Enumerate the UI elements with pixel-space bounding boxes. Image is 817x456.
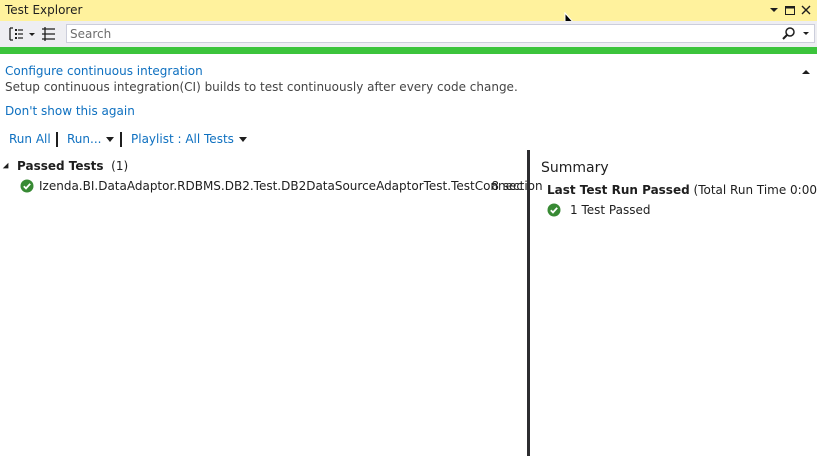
expand-arrow-icon[interactable] xyxy=(2,162,12,171)
test-duration: 8 sec xyxy=(491,179,523,193)
title-bar: Test Explorer xyxy=(0,0,817,21)
close-icon[interactable] xyxy=(799,2,813,18)
passed-check-icon xyxy=(547,203,561,220)
test-row[interactable]: Izenda.BI.DataAdaptor.RDBMS.DB2.Test.DB2… xyxy=(20,179,543,196)
window-title: Test Explorer xyxy=(5,3,83,17)
dont-show-again-link[interactable]: Don't show this again xyxy=(5,104,135,118)
run-all-button[interactable]: Run All xyxy=(9,132,51,146)
maximize-icon[interactable] xyxy=(783,2,797,18)
search-icon[interactable] xyxy=(782,26,796,44)
configure-ci-link[interactable]: Configure continuous integration xyxy=(5,64,203,78)
summary-title: Summary xyxy=(541,160,609,176)
chevron-down-icon xyxy=(238,137,247,142)
ci-description: Setup continuous integration(CI) builds … xyxy=(5,80,518,94)
dropdown-icon[interactable] xyxy=(767,2,781,18)
passed-tests-group[interactable]: Passed Tests (1) xyxy=(2,159,129,173)
last-run-label: Last Test Run Passed xyxy=(547,183,690,197)
chevron-down-icon xyxy=(106,137,115,142)
search-options-dropdown-icon[interactable] xyxy=(802,26,810,44)
separator xyxy=(56,132,58,147)
search-box[interactable] xyxy=(66,24,815,43)
playlist-icon[interactable] xyxy=(41,25,57,43)
group-title: Passed Tests xyxy=(17,159,104,173)
search-input[interactable] xyxy=(70,26,770,41)
collapse-banner-icon[interactable] xyxy=(801,66,811,80)
playlist-dropdown-button[interactable]: Playlist : All Tests xyxy=(131,132,247,146)
test-list-pane: Passed Tests (1) Izenda.BI.DataAdaptor.R… xyxy=(0,150,543,456)
total-run-time: (Total Run Time 0:00:20) xyxy=(693,183,817,197)
group-count: (1) xyxy=(111,159,129,173)
run-dropdown-button[interactable]: Run... xyxy=(67,132,115,146)
summary-pane: Summary Last Test Run Passed (Total Run … xyxy=(530,150,817,456)
passed-check-icon xyxy=(20,179,34,196)
passed-count-text: 1 Test Passed xyxy=(570,203,651,217)
test-status-bar xyxy=(0,47,817,54)
last-run-line: Last Test Run Passed (Total Run Time 0:0… xyxy=(547,183,817,197)
test-name: Izenda.BI.DataAdaptor.RDBMS.DB2.Test.DB2… xyxy=(39,179,543,193)
playlist-label: Playlist : All Tests xyxy=(131,132,234,146)
run-label: Run... xyxy=(67,132,102,146)
group-by-icon[interactable] xyxy=(8,25,36,43)
separator xyxy=(120,132,122,147)
toolbar xyxy=(0,21,817,47)
run-toolbar: Run All Run... Playlist : All Tests xyxy=(0,131,817,149)
